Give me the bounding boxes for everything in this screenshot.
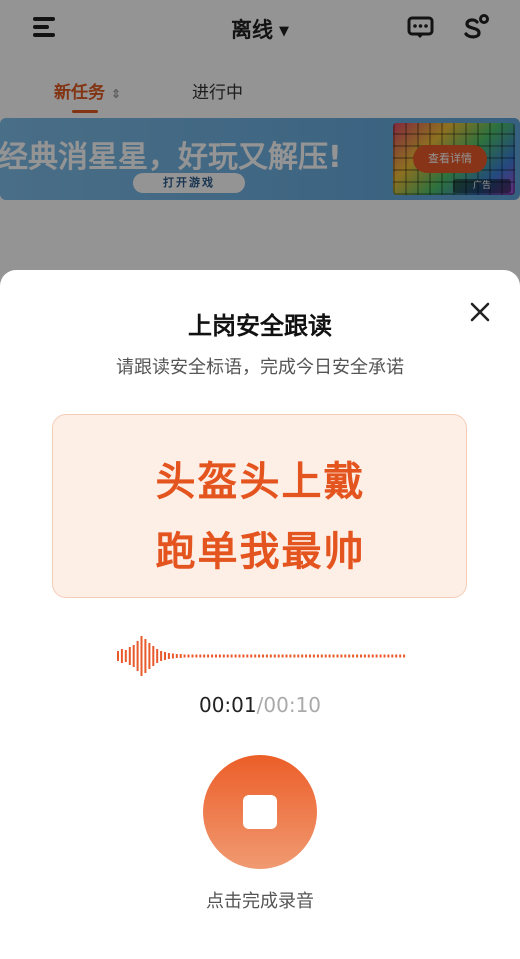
waveform-bar — [375, 654, 378, 658]
waveform-bar — [309, 654, 311, 658]
waveform-bar — [187, 654, 190, 658]
timer-total: 00:10 — [263, 693, 322, 717]
waveform-bar — [269, 654, 272, 658]
waveform-bar — [348, 654, 351, 658]
waveform-bar — [403, 654, 406, 658]
waveform-bar — [164, 652, 166, 660]
slogan-line-2: 跑单我最帅 — [155, 529, 366, 575]
waveform-bar — [211, 654, 214, 658]
waveform-bar — [356, 654, 359, 658]
sheet-subtitle: 请跟读安全标语，完成今日安全承诺 — [116, 357, 404, 378]
waveform-bar — [395, 654, 398, 658]
waveform-bar — [203, 654, 206, 658]
waveform-bar — [363, 654, 366, 658]
waveform-bar — [399, 654, 402, 658]
waveform-bar — [352, 654, 355, 658]
audio-waveform — [117, 636, 406, 676]
waveform-bar — [383, 654, 386, 658]
waveform-bar — [332, 654, 335, 658]
slogan-line-1: 头盔头上戴 — [155, 459, 366, 505]
waveform-bar — [250, 654, 253, 658]
waveform-bar — [117, 651, 119, 661]
waveform-bar — [230, 654, 233, 658]
waveform-bar — [289, 654, 292, 658]
waveform-bar — [312, 654, 315, 658]
waveform-bar — [379, 654, 382, 658]
waveform-bar — [156, 649, 159, 663]
waveform-bar — [277, 654, 280, 658]
waveform-bar — [340, 654, 343, 658]
waveform-bar — [238, 654, 241, 658]
waveform-bar — [391, 654, 394, 658]
waveform-bar — [297, 654, 300, 658]
waveform-bar — [226, 654, 229, 658]
waveform-bar — [191, 654, 194, 658]
waveform-bar — [167, 653, 170, 659]
timer-current: 00:01 — [198, 693, 257, 717]
waveform-bar — [152, 646, 155, 666]
waveform-bar — [234, 654, 237, 658]
waveform-bar — [120, 649, 123, 663]
waveform-bar — [132, 645, 135, 667]
waveform-bar — [258, 654, 261, 658]
slogan-card: 头盔头上戴 跑单我最帅 — [52, 414, 467, 598]
waveform-bar — [273, 654, 276, 658]
waveform-bar — [171, 653, 174, 659]
sheet-title: 上岗安全跟读 — [188, 312, 332, 340]
waveform-bar — [281, 654, 284, 658]
waveform-bar — [262, 654, 264, 658]
waveform-bar — [160, 651, 163, 661]
close-icon[interactable] — [468, 300, 492, 324]
stop-icon — [243, 795, 277, 829]
stop-recording-button[interactable] — [203, 755, 317, 869]
waveform-bar — [328, 654, 331, 658]
waveform-bar — [367, 654, 370, 658]
waveform-bar — [336, 654, 339, 658]
waveform-bar — [195, 654, 198, 658]
waveform-bar — [215, 654, 217, 658]
waveform-bar — [254, 654, 257, 658]
waveform-bar — [222, 654, 225, 658]
waveform-bar — [246, 654, 249, 658]
waveform-bar — [128, 647, 131, 665]
waveform-bar — [387, 654, 390, 658]
waveform-bar — [285, 654, 288, 658]
waveform-bar — [305, 654, 308, 658]
waveform-bar — [344, 654, 347, 658]
waveform-bar — [293, 654, 296, 658]
waveform-bar — [199, 654, 202, 658]
waveform-bar — [218, 654, 221, 658]
waveform-bar — [183, 654, 186, 658]
waveform-bar — [179, 654, 182, 658]
waveform-bar — [371, 654, 374, 658]
waveform-bar — [316, 654, 319, 658]
recording-timer: 00:01/00:10 — [0, 693, 520, 717]
waveform-bar — [301, 654, 304, 658]
waveform-bar — [324, 654, 327, 658]
waveform-bar — [360, 654, 362, 658]
safety-read-sheet: 上岗安全跟读 请跟读安全标语，完成今日安全承诺 头盔头上戴 跑单我最帅 00:0… — [0, 270, 520, 959]
waveform-bar — [124, 650, 127, 662]
waveform-bar — [175, 654, 178, 658]
waveform-bar — [148, 643, 151, 669]
waveform-bar — [136, 641, 139, 671]
waveform-bar — [242, 654, 245, 658]
recording-hint: 点击完成录音 — [206, 891, 314, 912]
waveform-bar — [320, 654, 323, 658]
waveform-bar — [207, 654, 210, 658]
waveform-bar — [265, 654, 268, 658]
waveform-bar — [144, 639, 147, 673]
waveform-bar — [140, 636, 143, 676]
